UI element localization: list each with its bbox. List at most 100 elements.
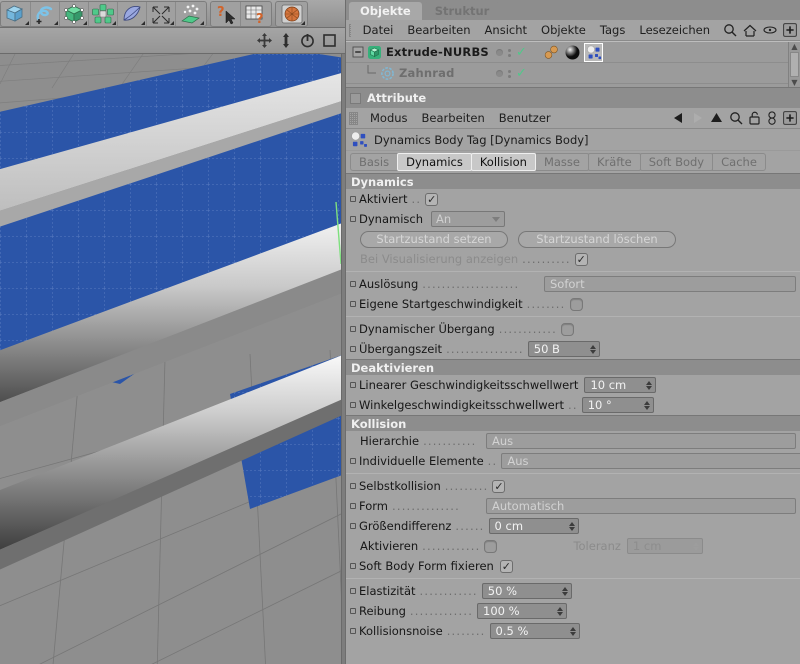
search-icon[interactable] [723, 23, 737, 37]
enabled-check-icon[interactable]: ✓ [516, 67, 527, 80]
scene-tool[interactable] [147, 2, 176, 26]
tab-objekte[interactable]: Objekte [349, 2, 422, 20]
spline-tool[interactable] [31, 2, 60, 26]
object-list[interactable]: Extrude-NURBS ✓ [346, 41, 800, 88]
field-hierarchie[interactable]: Aus [486, 433, 796, 449]
spinner-icon[interactable] [558, 587, 568, 596]
visibility-dot[interactable] [496, 70, 503, 77]
checkbox-selbstkollision[interactable]: ✓ [492, 480, 505, 493]
panel-grip[interactable] [349, 112, 358, 125]
object-name[interactable]: Zahnrad [399, 66, 455, 80]
field-toleranz[interactable]: 1 cm [627, 538, 703, 554]
field-kollisionsnoise[interactable]: 0.5 % [490, 623, 580, 639]
animate-bullet[interactable] [350, 458, 356, 464]
animate-bullet[interactable] [350, 588, 356, 594]
toggle-aktivieren[interactable] [484, 540, 497, 553]
perspective-viewport[interactable] [0, 54, 345, 664]
animate-bullet[interactable] [350, 382, 356, 388]
set-initial-state-button[interactable]: Startzustand setzen [360, 231, 508, 248]
menu-objekte[interactable]: Objekte [534, 21, 593, 40]
material-tag[interactable] [542, 43, 561, 62]
animate-bullet[interactable] [350, 326, 356, 332]
field-form[interactable]: Automatisch [486, 498, 796, 514]
checkbox-aktiviert[interactable]: ✓ [425, 193, 438, 206]
render-tool[interactable] [277, 2, 306, 26]
scroll-thumb[interactable] [790, 52, 799, 77]
animate-bullet[interactable] [350, 281, 356, 287]
editor-render-dots[interactable] [508, 70, 511, 78]
object-row-extrude-nurbs[interactable]: Extrude-NURBS ✓ [346, 42, 800, 63]
scroll-down-icon[interactable]: ▼ [791, 78, 797, 87]
spinner-icon[interactable] [642, 381, 652, 390]
back-arrow-icon[interactable] [672, 112, 685, 124]
eye-icon[interactable] [763, 25, 777, 35]
toggle-dynamischer-uebergang[interactable] [561, 323, 574, 336]
array-tool[interactable] [89, 2, 118, 26]
move-icon[interactable] [257, 33, 272, 48]
field-ausloesung[interactable]: Sofort [544, 276, 796, 292]
link-icon[interactable] [767, 111, 777, 125]
menu-tags[interactable]: Tags [593, 21, 632, 40]
menu-modus[interactable]: Modus [363, 109, 415, 128]
tab-kollision[interactable]: Kollision [471, 153, 536, 171]
checkbox-bei-visualisierung-anzeigen[interactable]: ✓ [575, 253, 588, 266]
field-individuelle-elemente[interactable]: Aus [501, 453, 800, 469]
deformer-tool[interactable] [118, 2, 147, 26]
field-uebergangszeit[interactable]: 50 B [528, 341, 600, 357]
menu-benutzer[interactable]: Benutzer [492, 109, 558, 128]
checkbox-soft-body-form-fixieren[interactable]: ✓ [500, 560, 513, 573]
object-visibility-dots[interactable]: ✓ [496, 63, 527, 84]
plus-icon[interactable] [783, 111, 797, 125]
animate-bullet[interactable] [350, 563, 356, 569]
spinner-icon[interactable] [566, 627, 576, 636]
rotate-icon[interactable] [300, 33, 315, 48]
tab-cache[interactable]: Cache [712, 153, 766, 171]
primitive-cube-tool[interactable] [2, 2, 31, 26]
field-elastizitaet[interactable]: 50 % [482, 583, 572, 599]
up-arrow-icon[interactable] [710, 112, 723, 124]
animate-bullet[interactable] [350, 608, 356, 614]
forward-arrow-icon[interactable] [691, 112, 704, 124]
animate-bullet[interactable] [350, 523, 356, 529]
visibility-dot[interactable] [496, 49, 503, 56]
panel-grip[interactable] [349, 24, 351, 37]
animate-bullet[interactable] [350, 346, 356, 352]
field-winkelgeschwindigkeitsschwellwert[interactable]: 10 ° [582, 397, 654, 413]
field-reibung[interactable]: 100 % [477, 603, 567, 619]
phong-tag[interactable] [563, 43, 582, 62]
tab-struktur[interactable]: Struktur [424, 2, 501, 20]
expand-toggle-icon[interactable] [352, 46, 364, 58]
animate-bullet[interactable] [350, 402, 356, 408]
editor-render-dots[interactable] [508, 49, 511, 57]
object-list-scrollbar[interactable]: ▲ ▼ [788, 42, 800, 87]
menu-bearbeiten[interactable]: Bearbeiten [400, 21, 477, 40]
lock-icon[interactable] [749, 111, 761, 125]
field-linearer-geschwindigkeitsschwellwert[interactable]: 10 cm [584, 377, 656, 393]
menu-bearbeiten[interactable]: Bearbeiten [415, 109, 492, 128]
spinner-icon[interactable] [640, 401, 650, 410]
nurbs-tool[interactable] [60, 2, 89, 26]
animate-bullet[interactable] [350, 503, 356, 509]
animate-bullet[interactable] [350, 196, 356, 202]
spinner-icon[interactable] [553, 607, 563, 616]
animate-bullet[interactable] [350, 216, 356, 222]
tab-dynamics[interactable]: Dynamics [397, 153, 472, 171]
panel-collapse-box[interactable] [350, 93, 361, 104]
scale-icon[interactable] [279, 33, 293, 48]
home-icon[interactable] [743, 24, 757, 37]
animate-bullet[interactable] [350, 483, 356, 489]
tab-masse[interactable]: Masse [535, 153, 589, 171]
menu-datei[interactable]: Datei [356, 21, 401, 40]
spinner-icon[interactable] [565, 522, 575, 531]
enabled-check-icon[interactable]: ✓ [516, 46, 527, 59]
toggle-eigene-startgeschwindigkeit[interactable] [570, 298, 583, 311]
animate-bullet[interactable] [350, 628, 356, 634]
dropdown-dynamisch[interactable]: An [431, 211, 505, 227]
tab-kraefte[interactable]: Kräfte [588, 153, 641, 171]
scroll-up-icon[interactable]: ▲ [791, 42, 797, 51]
plus-icon[interactable] [783, 23, 797, 37]
search-icon[interactable] [729, 111, 743, 125]
tab-basis[interactable]: Basis [350, 153, 398, 171]
object-row-zahnrad[interactable]: Zahnrad ✓ [346, 63, 800, 84]
table-help-tool[interactable]: ? [241, 2, 270, 26]
